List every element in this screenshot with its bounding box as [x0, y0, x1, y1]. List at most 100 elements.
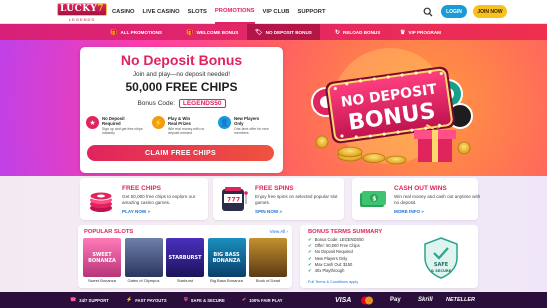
footer-feature: ☎ 24/7 SUPPORT — [70, 292, 109, 308]
logo-suffix: 7 — [97, 3, 105, 14]
shield-icon: ⛨ — [184, 297, 188, 303]
feature-title-line2: Only — [234, 121, 244, 126]
person-icon: 👤 — [218, 116, 231, 129]
bonus-code-line: Bonus Code: LEGENDS50 — [80, 99, 283, 108]
promo-tab-all-promotions[interactable]: 🎁 ALL PROMOTIONS — [110, 24, 162, 40]
footer-feature: ⛨ SAFE & SECURE — [184, 292, 225, 308]
nav-links: CASINO LIVE CASINO SLOTS PROMOTIONS VIP CLUB… — [112, 0, 334, 24]
slot-game-name: Book of Dead — [255, 278, 281, 283]
no-deposit-bonus-sign: NO DEPOSIT BONUS — [311, 48, 473, 165]
svg-text:7: 7 — [236, 197, 240, 204]
popular-slots-panel: POPULAR SLOTS View All › SWEET BONANZA Sw… — [78, 225, 292, 288]
footer-feature: ⚡ FAST PAYOUTS — [126, 292, 167, 308]
promo-tab-no-deposit-bonus[interactable]: 🏷 NO DEPOSIT BONUS — [247, 24, 320, 40]
feature-title-line2: Required — [102, 121, 121, 126]
promo-tab-label: VIP PROGRAM — [408, 29, 441, 35]
full-terms-link[interactable]: Full Terms & Conditions apply — [308, 280, 358, 284]
card-title: FREE SPINS — [255, 185, 294, 192]
promo-tab-label: ALL PROMOTIONS — [120, 29, 162, 35]
promo-tab-vip-program[interactable]: ♛ VIP PROGRAM — [400, 24, 441, 40]
hero-title: No Deposit Bonus — [120, 52, 243, 68]
slot-game-art — [124, 238, 163, 277]
payment-skrill-logo: Skrill — [418, 297, 433, 303]
card-title: CASH OUT WINS — [394, 185, 447, 192]
slot-game-name: Sweet Bonanza — [87, 278, 117, 283]
search-icon[interactable] — [423, 7, 433, 17]
hero-subtitle: Join and play—no deposit needed! — [133, 71, 230, 78]
slot-game-tile[interactable]: BIG BASS BONANZA — [207, 238, 246, 277]
pink-star-icon: ★ — [86, 116, 99, 129]
slot-game-tile[interactable]: STARBURST — [166, 238, 204, 277]
promo-tab-label: RELOAD BONUS — [343, 29, 381, 35]
footer: ☎ 24/7 SUPPORT ⚡ FAST PAYOUTS ⛨ SAFE & SECURE… — [0, 292, 547, 308]
terms-item: ✔ 40x Playthrough — [308, 268, 364, 274]
free-chips-card: FREE CHIPS Get 50,000 free chips to expl… — [80, 178, 208, 220]
promo-tab-bar: 🎁 ALL PROMOTIONS 🎁 WELCOME BONUS 🏷 NO DEPOSIT… — [0, 24, 547, 40]
card-desc: Win real money and cash out anytime with… — [394, 194, 481, 205]
card-desc: Enjoy free spins on selected popular slo… — [255, 194, 338, 205]
feature-desc: Sign up and get free chips instantly — [102, 127, 143, 135]
top-nav: LUCKY7 LEGENDS CASINO LIVE CASINO SLOTS PRO… — [0, 0, 547, 24]
terms-item-text: 40x Playthrough — [314, 268, 345, 274]
slot-game-name: Gates of Olympus — [127, 278, 160, 283]
feature-desc: One-time offer for new members — [234, 127, 269, 135]
check-icon: ✔ — [242, 297, 247, 303]
gift-icon: 🎁 — [110, 29, 118, 36]
slot-game-tile[interactable] — [124, 238, 163, 277]
lightning-icon: ⚡ — [152, 116, 165, 129]
slot-game-name: Starburst — [176, 278, 194, 283]
nav-link-support[interactable]: SUPPORT — [298, 0, 326, 24]
nav-link-vip-club[interactable]: VIP CLUB — [263, 0, 290, 24]
nav-link-promotions[interactable]: PROMOTIONS — [214, 0, 255, 24]
payment-pay-logo: Pay — [390, 297, 401, 303]
hero-chips-amount: 50,000 FREE CHIPS — [125, 80, 238, 94]
card-title: FREE CHIPS — [122, 185, 162, 192]
footer-feature-label: FAST PAYOUTS — [135, 297, 167, 303]
headset-icon: ☎ — [70, 297, 77, 303]
promo-tab-label: NO DEPOSIT BONUS — [265, 29, 312, 35]
promo-tab-welcome-bonus[interactable]: 🎁 WELCOME BONUS — [186, 24, 238, 40]
logo-text: LUCKY — [59, 3, 98, 14]
slot-game-tile[interactable] — [249, 238, 287, 277]
tag-icon: 🏷 — [255, 29, 263, 36]
footer-feature: ✔ 100% FAIR PLAY — [242, 292, 283, 308]
nav-link-live-casino[interactable]: LIVE CASINO — [143, 0, 180, 24]
logo[interactable]: LUCKY7 LEGENDS — [56, 2, 108, 22]
slot-game-name: Big Bass Bonanza — [210, 278, 243, 283]
login-button[interactable]: LOGIN — [441, 5, 467, 18]
slot-game-art — [249, 238, 287, 277]
slot-game-art: BIG BASS BONANZA — [207, 238, 246, 277]
feature-desc: Win real money with no deposit needed — [168, 127, 205, 135]
spin-now-link[interactable]: SPIN NOW » — [255, 209, 282, 214]
promo-tab-reload-bonus[interactable]: ↻ RELOAD BONUS — [335, 24, 380, 40]
bonus-code-value[interactable]: LEGENDS50 — [178, 99, 226, 108]
payment-mastercard-logo — [360, 292, 374, 308]
footer-feature-label: 24/7 SUPPORT — [79, 297, 109, 303]
badge-line2: & SECURE — [431, 269, 452, 273]
lightning-icon: ⚡ — [126, 297, 133, 303]
gift-box-icon — [414, 124, 456, 162]
feature-title-line2: Real Prizes — [168, 121, 191, 126]
payment-visa-logo: VISA — [335, 296, 352, 304]
terms-list: ✔ Bonus Code: LEGENDS50 ✔ Offer: 50,000 Fre… — [308, 237, 364, 274]
nav-link-casino[interactable]: CASINO — [112, 0, 135, 24]
badge-line1: SAFE — [434, 262, 449, 268]
play-now-link[interactable]: PLAY NOW » — [122, 209, 150, 214]
footer-feature-label: SAFE & SECURE — [190, 297, 225, 303]
safe-secure-shield-icon: SAFE & SECURE — [424, 237, 458, 279]
bonus-terms-panel: BONUS TERMS SUMMARY ✔ Bonus Code: LEGENDS… — [300, 225, 478, 288]
chips-stack-icon — [89, 191, 113, 212]
view-all-link[interactable]: View All › — [270, 229, 288, 234]
cash-out-card: $ CASH OUT WINS Win real money and cash … — [352, 178, 480, 220]
nav-link-slots[interactable]: SLOTS — [188, 0, 207, 24]
payment-neteller-logo: NETELLER — [446, 297, 476, 303]
slot-machine-icon: 7 7 7 — [222, 187, 248, 211]
join-now-button[interactable]: JOIN NOW — [473, 5, 507, 18]
gift-icon: 🎁 — [186, 29, 194, 36]
logo-sub: LEGENDS — [68, 16, 96, 22]
check-icon: ✔ — [308, 268, 312, 274]
claim-free-chips-button[interactable]: CLAIM FREE CHIPS — [87, 145, 274, 161]
slot-game-tile[interactable]: SWEET BONANZA — [83, 238, 121, 277]
more-info-link[interactable]: MORE INFO » — [394, 209, 424, 214]
hero-feature: ★ No Deposit Required Sign up and get free … — [86, 116, 148, 140]
